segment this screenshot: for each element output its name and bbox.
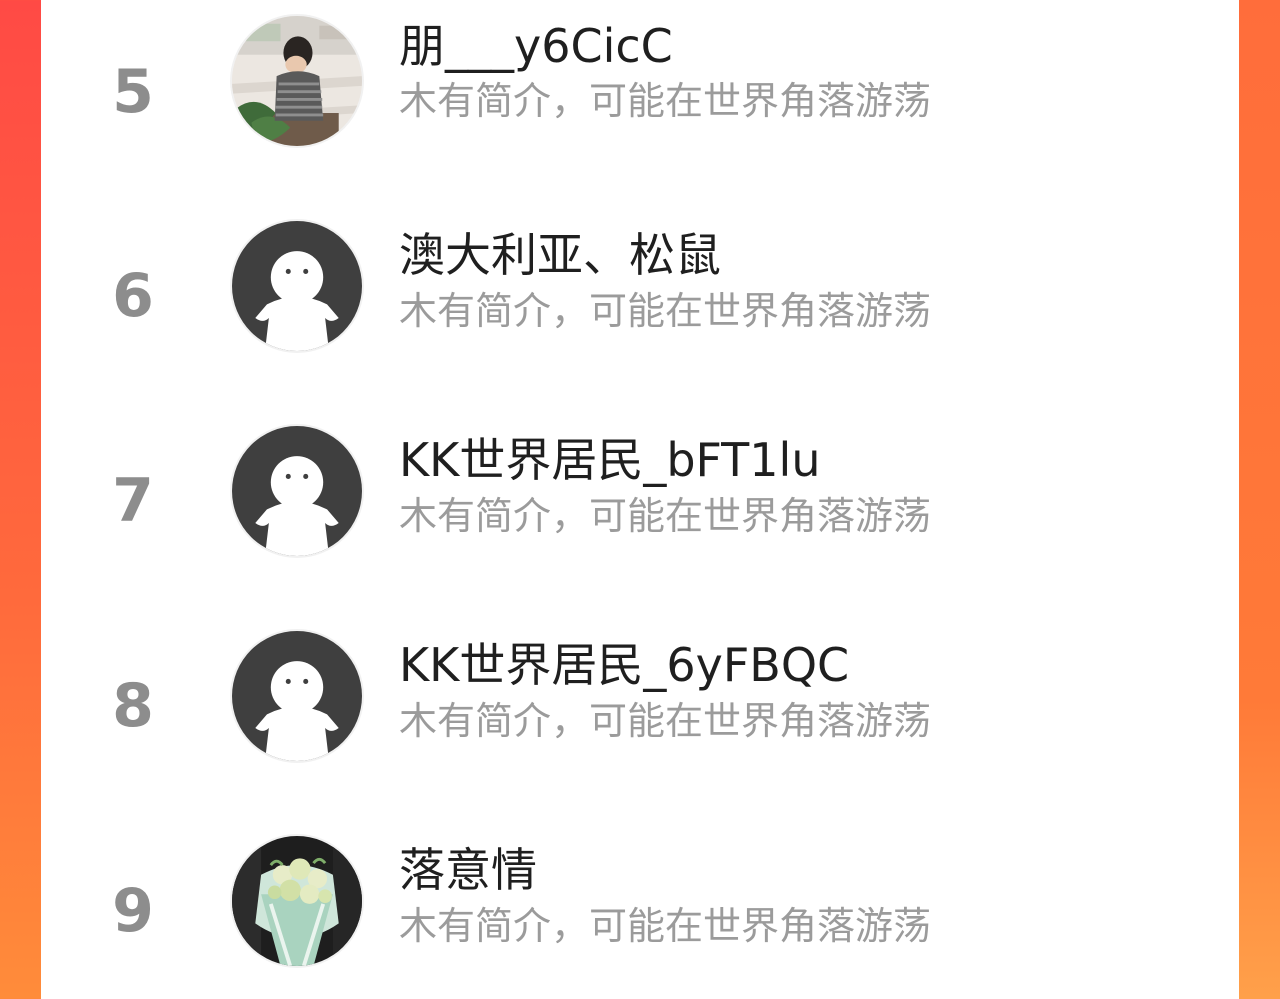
user-bio: 木有简介，可能在世界角落游荡 [399, 904, 932, 948]
default-ghost-avatar-icon[interactable] [230, 219, 364, 353]
rank-number: 7 [112, 466, 154, 536]
user-bio: 木有简介，可能在世界角落游荡 [399, 79, 932, 123]
user-name[interactable]: 朋___y6CicC [399, 23, 673, 69]
default-ghost-avatar-icon[interactable] [230, 424, 364, 558]
user-bio: 木有简介，可能在世界角落游荡 [399, 494, 932, 538]
ranking-card: 5 朋___y6CicC 木有简介，可能在世界角落游荡 6 澳大利亚、松鼠 木有… [41, 0, 1239, 999]
photo-bouquet-icon[interactable] [230, 834, 364, 968]
user-name[interactable]: KK世界居民_6yFBQC [399, 642, 849, 688]
user-name[interactable]: KK世界居民_bFT1lu [399, 437, 820, 483]
user-name[interactable]: 落意情 [399, 847, 537, 893]
user-bio: 木有简介，可能在世界角落游荡 [399, 289, 932, 333]
rank-number: 5 [112, 57, 154, 127]
background-gradient-right [1239, 0, 1280, 999]
default-ghost-avatar-icon[interactable] [230, 629, 364, 763]
list-item[interactable]: 5 朋___y6CicC 木有简介，可能在世界角落游荡 [41, 0, 1239, 192]
photo-child-icon[interactable] [230, 14, 364, 148]
rank-number: 9 [112, 876, 154, 946]
list-item[interactable]: 8 KK世界居民_6yFBQC 木有简介，可能在世界角落游荡 [41, 602, 1239, 807]
rank-number: 8 [112, 671, 154, 741]
list-item[interactable]: 7 KK世界居民_bFT1lu 木有简介，可能在世界角落游荡 [41, 397, 1239, 602]
rank-number: 6 [112, 261, 154, 331]
list-item[interactable]: 6 澳大利亚、松鼠 木有简介，可能在世界角落游荡 [41, 192, 1239, 397]
user-bio: 木有简介，可能在世界角落游荡 [399, 699, 932, 743]
user-name[interactable]: 澳大利亚、松鼠 [399, 232, 721, 278]
list-item[interactable]: 9 落意情 木有简介，可能在世界角落游荡 [41, 807, 1239, 999]
